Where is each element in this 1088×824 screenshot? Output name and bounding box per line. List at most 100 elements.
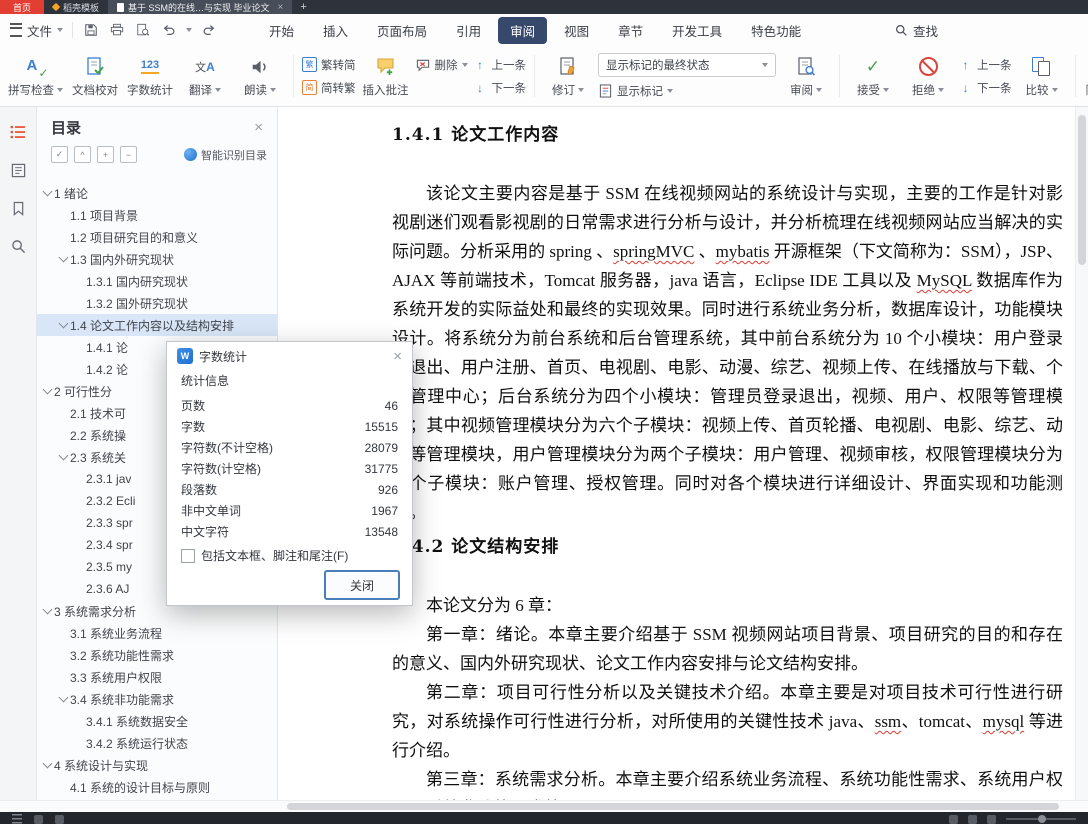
print-button[interactable] [108,22,125,39]
toc-collapse-all-icon[interactable]: − [120,146,137,163]
accept-change-button[interactable]: ✓ 接受 [848,49,898,103]
chevron-down-icon[interactable] [58,692,69,703]
dialog-titlebar[interactable]: W 字数统计 × [167,342,412,370]
traditional-to-simplified-button[interactable]: 繁 繁转简 [302,57,356,73]
toc-check-icon[interactable]: ✓ [51,146,68,163]
status-menu-icon[interactable] [12,814,22,824]
toc-item[interactable]: 4.1 系统的设计目标与原则 [37,776,277,798]
checkbox-icon[interactable] [181,548,195,563]
menu-tab-9[interactable]: 特色功能 [739,17,813,44]
find-button[interactable]: 查找 [895,21,938,40]
toc-item[interactable]: 4 系统设计与实现 [37,754,277,776]
menu-tab-5[interactable]: 审阅 [498,16,548,44]
close-icon[interactable]: × [393,348,402,365]
vertical-scrollbar[interactable] [1075,107,1088,800]
menu-tab-1[interactable]: 开始 [257,17,306,44]
chevron-down-icon[interactable] [58,318,69,329]
close-icon[interactable]: × [254,119,263,136]
menu-tab-4[interactable]: 引用 [444,17,493,44]
toc-item[interactable]: 3.3 系统用户权限 [37,666,277,688]
horizontal-scrollbar[interactable] [0,800,1088,812]
view-mode-icon[interactable] [949,814,958,824]
restrict-editing-button[interactable]: 限制编辑 [1084,49,1088,103]
print-preview-button[interactable] [134,22,151,39]
chevron-down-icon[interactable] [42,186,53,197]
outline-pane-button[interactable] [9,123,27,141]
stat-label: 中文字符 [181,525,230,539]
file-menu-button[interactable]: 文件 [10,21,64,40]
toc-item[interactable]: 3.4.1 系统数据安全 [37,710,277,732]
bookmark-pane-button[interactable] [9,199,27,217]
toc-collapse-icon[interactable]: ^ [74,146,91,163]
horizontal-scrollbar-thumb[interactable] [287,803,1059,810]
toc-item[interactable]: 3.4 系统非功能需求 [37,688,277,710]
toc-item[interactable]: 1.3.2 国外研究现状 [37,292,277,314]
toc-item[interactable]: 1 绪论 [37,182,277,204]
toc-item[interactable]: 3.4.2 系统运行状态 [37,732,277,754]
toc-expand-all-icon[interactable]: + [97,146,114,163]
tab-docer[interactable]: 稻壳模板 [44,0,108,14]
previous-comment-button[interactable]: ↑ 上一条 [473,57,526,73]
word-count-button[interactable]: 123 字数统计 [125,49,175,103]
delete-comment-button[interactable]: 删除 [416,57,468,73]
toc-item[interactable]: 1.3 国内外研究现状 [37,248,277,270]
menu-tab-7[interactable]: 章节 [606,17,655,44]
chevron-down-icon[interactable] [42,604,53,615]
close-tab-icon[interactable]: × [278,2,284,13]
menu-tab-3[interactable]: 页面布局 [365,17,439,44]
new-tab-button[interactable]: + [292,0,314,14]
menu-tab-8[interactable]: 开发工具 [660,17,734,44]
toc-item[interactable]: 1.3.1 国内研究现状 [37,270,277,292]
simplified-to-traditional-button[interactable]: 简 简转繁 [302,80,356,96]
undo-history-chevron-icon[interactable] [186,28,193,32]
zoom-slider[interactable] [1006,815,1076,823]
layout-mode-icon[interactable] [968,814,977,824]
arrow-down-icon: ↓ [477,80,483,95]
spell-check-button[interactable]: A ✓ 拼写检查 [6,49,65,103]
undo-button[interactable] [160,22,177,39]
chevron-down-icon[interactable] [58,252,69,263]
save-button[interactable] [82,22,99,39]
menu-tab-6[interactable]: 视图 [552,17,601,44]
translate-button[interactable]: 文A 翻译 [180,49,230,103]
track-changes-button[interactable]: 修订 [543,49,593,103]
toc-item[interactable]: 1.1 项目背景 [37,204,277,226]
include-footnotes-checkbox[interactable]: 包括文本框、脚注和尾注(F) [181,547,398,564]
toc-item[interactable]: 3.1 系统业务流程 [37,622,277,644]
chevron-down-icon[interactable] [58,450,69,461]
close-dialog-button[interactable]: 关闭 [324,570,400,600]
vertical-scrollbar-thumb[interactable] [1078,115,1086,265]
next-change-button[interactable]: ↓ 下一条 [958,80,1012,96]
previous-change-button[interactable]: ↑ 上一条 [958,57,1012,73]
fullscreen-icon[interactable] [987,814,996,824]
review-button[interactable]: 审阅 [781,49,831,103]
status-page-icon[interactable] [34,814,43,824]
zoom-slider-knob[interactable] [1038,815,1046,823]
reject-change-button[interactable]: 拒绝 [903,49,953,103]
status-wordcount-icon[interactable] [55,814,64,824]
tab-document[interactable]: 基于 SSM的在线…与实现 毕业论文 × [108,0,293,14]
toc-item[interactable]: 1.2 项目研究目的和意义 [37,226,277,248]
toc-gutter [57,318,70,329]
show-markup-button[interactable]: 显示标记 [598,83,776,99]
compare-button[interactable]: 比较 [1017,49,1067,103]
toc-item-label: 2.2 系统操 [70,428,127,443]
insert-comment-button[interactable]: 插入批注 [361,49,411,103]
read-aloud-button[interactable]: 朗读 [235,49,285,103]
tab-home[interactable]: 首页 [0,0,45,14]
smart-toc-button[interactable]: 智能识别目录 [184,147,267,163]
toc-item[interactable]: 3.2 系统功能性需求 [37,644,277,666]
comments-pane-button[interactable] [9,161,27,179]
ribbon-tabs: 开始 插入 页面布局 引用 审阅 视图 章节 开发工具 特色功能 [257,16,813,44]
next-comment-button[interactable]: ↓ 下一条 [473,80,526,96]
chevron-down-icon [57,28,64,32]
zoom-pane-button[interactable] [9,237,27,255]
chevron-down-icon[interactable] [42,384,53,395]
markup-state-select[interactable]: 显示标记的最终状态 [598,53,776,77]
redo-button[interactable] [201,22,218,39]
menu-tab-2[interactable]: 插入 [311,17,360,44]
toc-item[interactable]: 1.4 论文工作内容以及结构安排 [37,314,277,336]
proofread-button[interactable]: 文档校对 [70,49,120,103]
toc-item-label: 3.1 系统业务流程 [70,626,163,641]
chevron-down-icon[interactable] [42,758,53,769]
